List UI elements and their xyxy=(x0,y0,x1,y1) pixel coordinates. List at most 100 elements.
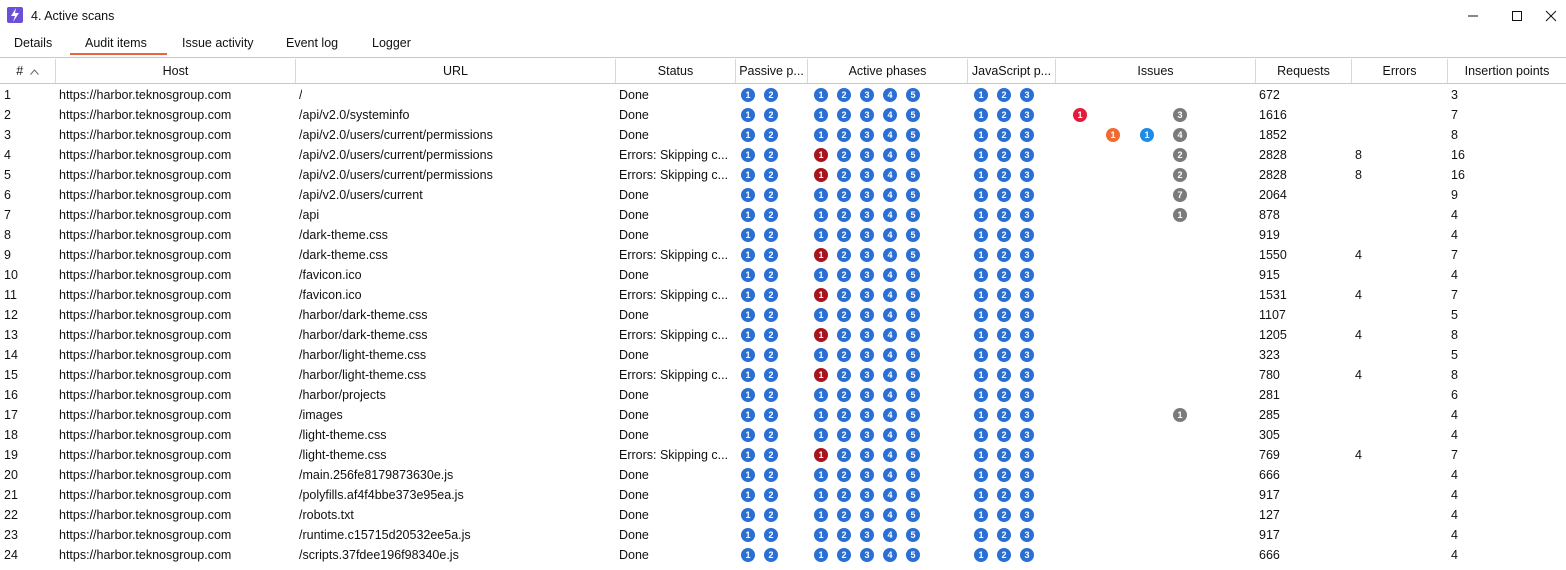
active-phase-badge: 2 xyxy=(837,488,851,502)
table-row[interactable]: 14 https://harbor.teknosgroup.com/harbor/… xyxy=(0,345,1566,365)
issue-gray-badge[interactable]: 1 xyxy=(1173,208,1187,222)
issue-gray-badge[interactable]: 2 xyxy=(1173,168,1187,182)
table-row[interactable]: 2 https://harbor.teknosgroup.com/api/v2.0… xyxy=(0,105,1566,125)
table-row[interactable]: 7 https://harbor.teknosgroup.com/api Done 8… xyxy=(0,205,1566,225)
insertion-points-cell: 4 xyxy=(1451,468,1458,482)
insertion-points-cell: 5 xyxy=(1451,348,1458,362)
active-phase-badge: 5 xyxy=(906,348,920,362)
passive-phase-badge: 2 xyxy=(764,208,778,222)
active-phase-badge: 4 xyxy=(883,148,897,162)
host-cell: https://harbor.teknosgroup.com xyxy=(59,428,232,442)
url-cell: /api/v2.0/users/current/permissions xyxy=(299,168,493,182)
table-row[interactable]: 21 https://harbor.teknosgroup.com/polyfil… xyxy=(0,485,1566,505)
col-header-requests[interactable]: Requests xyxy=(1256,59,1352,83)
table-row[interactable]: 18 https://harbor.teknosgroup.com/light-t… xyxy=(0,425,1566,445)
col-header-javascript[interactable]: JavaScript p... xyxy=(968,59,1056,83)
issue-medium-badge[interactable]: 1 xyxy=(1106,128,1120,142)
active-phase-badge: 4 xyxy=(883,508,897,522)
table-row[interactable]: 22 https://harbor.teknosgroup.com/robots.… xyxy=(0,505,1566,525)
table-row[interactable]: 10 https://harbor.teknosgroup.com/favicon… xyxy=(0,265,1566,285)
passive-phase-badge: 1 xyxy=(741,168,755,182)
issue-gray-badge[interactable]: 4 xyxy=(1173,128,1187,142)
javascript-phase-badge: 3 xyxy=(1020,488,1034,502)
requests-cell: 323 xyxy=(1259,348,1280,362)
passive-phase-badge: 1 xyxy=(741,208,755,222)
table-row[interactable]: 17 https://harbor.teknosgroup.com/images D… xyxy=(0,405,1566,425)
table-row[interactable]: 23 https://harbor.teknosgroup.com/runtime… xyxy=(0,525,1566,545)
status-cell: Done xyxy=(619,108,649,122)
row-number-cell: 6 xyxy=(4,188,11,202)
url-cell: /harbor/light-theme.css xyxy=(299,368,427,382)
requests-cell: 915 xyxy=(1259,268,1280,282)
url-cell: /api xyxy=(299,208,320,222)
active-phase-badge: 1 xyxy=(814,128,828,142)
issue-gray-badge[interactable]: 7 xyxy=(1173,188,1187,202)
row-number-cell: 14 xyxy=(4,348,18,362)
passive-phase-badge: 1 xyxy=(741,108,755,122)
col-header-status[interactable]: Status xyxy=(616,59,736,83)
passive-phase-badge: 2 xyxy=(764,408,778,422)
requests-cell: 917 xyxy=(1259,528,1280,542)
active-phase-badge: 4 xyxy=(883,268,897,282)
maximize-button[interactable] xyxy=(1502,4,1532,28)
javascript-phase-badge: 1 xyxy=(974,308,988,322)
table-row[interactable]: 20 https://harbor.teknosgroup.com/main.25… xyxy=(0,465,1566,485)
active-phase-badge: 5 xyxy=(906,188,920,202)
row-number-cell: 2 xyxy=(4,108,11,122)
javascript-phase-badge: 1 xyxy=(974,348,988,362)
requests-cell: 1550 xyxy=(1259,248,1287,262)
table-row[interactable]: 19 https://harbor.teknosgroup.com/light-t… xyxy=(0,445,1566,465)
url-cell: /api/v2.0/systeminfo xyxy=(299,108,410,122)
table-row[interactable]: 5 https://harbor.teknosgroup.com/api/v2.0… xyxy=(0,165,1566,185)
minimize-button[interactable] xyxy=(1458,4,1488,28)
javascript-phase-badge: 1 xyxy=(974,368,988,382)
table-row[interactable]: 24 https://harbor.teknosgroup.com/scripts… xyxy=(0,545,1566,565)
table-row[interactable]: 11 https://harbor.teknosgroup.com/favicon… xyxy=(0,285,1566,305)
active-phase-badge: 3 xyxy=(860,188,874,202)
issue-high-badge[interactable]: 1 xyxy=(1073,108,1087,122)
active-phase-badge: 4 xyxy=(883,228,897,242)
active-phase-badge: 3 xyxy=(860,408,874,422)
issue-gray-badge[interactable]: 1 xyxy=(1173,408,1187,422)
active-phase-badge: 4 xyxy=(883,468,897,482)
javascript-phase-badge: 2 xyxy=(997,248,1011,262)
col-header-active-phases[interactable]: Active phases xyxy=(808,59,968,83)
table-row[interactable]: 3 https://harbor.teknosgroup.com/api/v2.0… xyxy=(0,125,1566,145)
close-button[interactable] xyxy=(1536,4,1566,28)
col-header-url[interactable]: URL xyxy=(296,59,616,83)
col-header-errors[interactable]: Errors xyxy=(1352,59,1448,83)
table-row[interactable]: 13 https://harbor.teknosgroup.com/harbor/… xyxy=(0,325,1566,345)
active-phase-badge: 1 xyxy=(814,508,828,522)
tab-logger[interactable]: Logger xyxy=(372,36,411,50)
maximize-icon xyxy=(1512,11,1522,21)
col-header-passive[interactable]: Passive p... xyxy=(736,59,808,83)
row-number-cell: 17 xyxy=(4,408,18,422)
insertion-points-cell: 7 xyxy=(1451,248,1458,262)
issue-gray-badge[interactable]: 2 xyxy=(1173,148,1187,162)
issue-info-badge[interactable]: 1 xyxy=(1140,128,1154,142)
active-phase-badge: 1 xyxy=(814,108,828,122)
table-row[interactable]: 16 https://harbor.teknosgroup.com/harbor/… xyxy=(0,385,1566,405)
row-number-cell: 8 xyxy=(4,228,11,242)
tab-audit-items[interactable]: Audit items xyxy=(85,36,147,50)
table-row[interactable]: 6 https://harbor.teknosgroup.com/api/v2.0… xyxy=(0,185,1566,205)
tab-event-log[interactable]: Event log xyxy=(286,36,338,50)
col-header-issues[interactable]: Issues xyxy=(1056,59,1256,83)
issue-gray-badge[interactable]: 3 xyxy=(1173,108,1187,122)
tab-details[interactable]: Details xyxy=(14,36,52,50)
col-header-insertion-points[interactable]: Insertion points xyxy=(1448,59,1566,83)
active-phase-badge: 4 xyxy=(883,368,897,382)
row-number-cell: 19 xyxy=(4,448,18,462)
active-phase-badge: 2 xyxy=(837,388,851,402)
table-row[interactable]: 9 https://harbor.teknosgroup.com/dark-the… xyxy=(0,245,1566,265)
table-row[interactable]: 8 https://harbor.teknosgroup.com/dark-the… xyxy=(0,225,1566,245)
audit-items-table: 1 https://harbor.teknosgroup.com / Done 672 3… xyxy=(0,85,1566,565)
active-phase-error-badge: 1 xyxy=(814,148,828,162)
table-row[interactable]: 15 https://harbor.teknosgroup.com/harbor/… xyxy=(0,365,1566,385)
col-header-number[interactable]: # xyxy=(0,59,56,83)
table-row[interactable]: 1 https://harbor.teknosgroup.com / Done 672 3… xyxy=(0,85,1566,105)
table-row[interactable]: 12 https://harbor.teknosgroup.com/harbor/… xyxy=(0,305,1566,325)
tab-issue-activity[interactable]: Issue activity xyxy=(182,36,254,50)
table-row[interactable]: 4 https://harbor.teknosgroup.com/api/v2.0… xyxy=(0,145,1566,165)
col-header-host[interactable]: Host xyxy=(56,59,296,83)
